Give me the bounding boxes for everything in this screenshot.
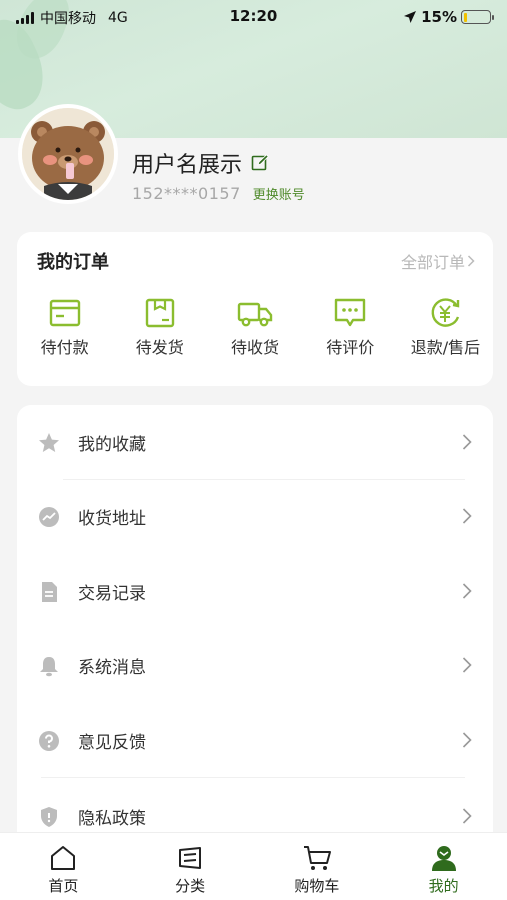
bear-avatar-image (22, 108, 114, 200)
menu-card: 我的收藏 收货地址 交易记录 系统消息 意见反馈 隐私政策 (17, 405, 493, 845)
order-label: 待收货 (231, 338, 280, 357)
tab-label: 分类 (175, 877, 206, 895)
order-pending-shipment[interactable]: 待发货 (112, 296, 207, 358)
card-icon (49, 299, 80, 327)
profile-section: 用户名展示 152****0157 更换账号 (0, 104, 507, 214)
order-label: 退款/售后 (410, 338, 481, 357)
order-label: 待付款 (40, 338, 89, 357)
chevron-right-icon (462, 434, 472, 450)
tab-bar: 首页 分类 购物车 我的 (0, 832, 507, 900)
box-icon (145, 298, 174, 328)
menu-item-address[interactable]: 收货地址 (17, 479, 493, 554)
order-pending-receipt[interactable]: 待收货 (207, 296, 302, 358)
order-label: 待评价 (326, 338, 375, 357)
menu-label: 系统消息 (78, 658, 146, 678)
menu-label: 意见反馈 (78, 733, 146, 753)
chevron-right-icon (462, 808, 472, 824)
tab-label: 购物车 (294, 877, 340, 895)
edit-icon[interactable] (251, 154, 269, 172)
status-bar: 中国移动 4G 12:20 15% (0, 0, 507, 34)
tab-label: 首页 (48, 877, 79, 895)
battery-icon (461, 10, 494, 24)
chevron-right-icon (462, 583, 472, 599)
menu-label: 隐私政策 (78, 809, 146, 829)
switch-account-link[interactable]: 更换账号 (253, 184, 305, 203)
bell-icon (40, 657, 58, 677)
menu-label: 收货地址 (78, 509, 146, 529)
location-icon (39, 507, 59, 527)
question-icon (39, 731, 59, 751)
order-pending-payment[interactable]: 待付款 (17, 296, 112, 358)
phone-number: 152****0157 (132, 184, 241, 203)
category-icon (179, 847, 202, 869)
order-label: 待发货 (135, 338, 184, 357)
truck-icon (237, 302, 273, 327)
menu-item-favorites[interactable]: 我的收藏 (17, 405, 493, 480)
profile-icon (431, 846, 456, 871)
chevron-right-icon (462, 732, 472, 748)
menu-item-messages[interactable]: 系统消息 (17, 628, 493, 703)
username: 用户名展示 (132, 153, 243, 178)
home-icon (51, 846, 76, 870)
chevron-right-icon (462, 508, 472, 524)
tab-category[interactable]: 分类 (127, 833, 254, 900)
chevron-right-icon (462, 657, 472, 673)
tab-cart[interactable]: 购物车 (254, 833, 381, 900)
all-orders-label: 全部订单 (400, 253, 465, 272)
tab-home[interactable]: 首页 (0, 833, 127, 900)
chevron-right-icon (467, 255, 475, 267)
menu-item-feedback[interactable]: 意见反馈 (17, 703, 493, 778)
battery-percent: 15% (421, 8, 457, 26)
orders-card: 我的订单 全部订单 待付款 待发货 待收货 待评价 退款/售后 (17, 232, 493, 386)
order-pending-review[interactable]: 待评价 (303, 296, 398, 358)
menu-label: 我的收藏 (78, 435, 146, 455)
tab-label: 我的 (428, 877, 459, 895)
comment-icon (335, 298, 366, 327)
refund-icon (432, 298, 460, 327)
document-icon (42, 582, 57, 602)
menu-item-transactions[interactable]: 交易记录 (17, 554, 493, 629)
battery-level (463, 12, 468, 22)
all-orders-link[interactable]: 全部订单 (401, 249, 475, 273)
menu-label: 交易记录 (78, 584, 146, 604)
tab-profile[interactable]: 我的 (380, 833, 507, 900)
location-arrow-icon (404, 11, 417, 23)
order-refund-aftersale[interactable]: 退款/售后 (398, 296, 493, 358)
orders-title: 我的订单 (37, 252, 109, 273)
star-icon (39, 433, 59, 452)
avatar[interactable] (18, 104, 118, 204)
cart-icon (303, 846, 331, 870)
shield-icon (41, 807, 57, 827)
